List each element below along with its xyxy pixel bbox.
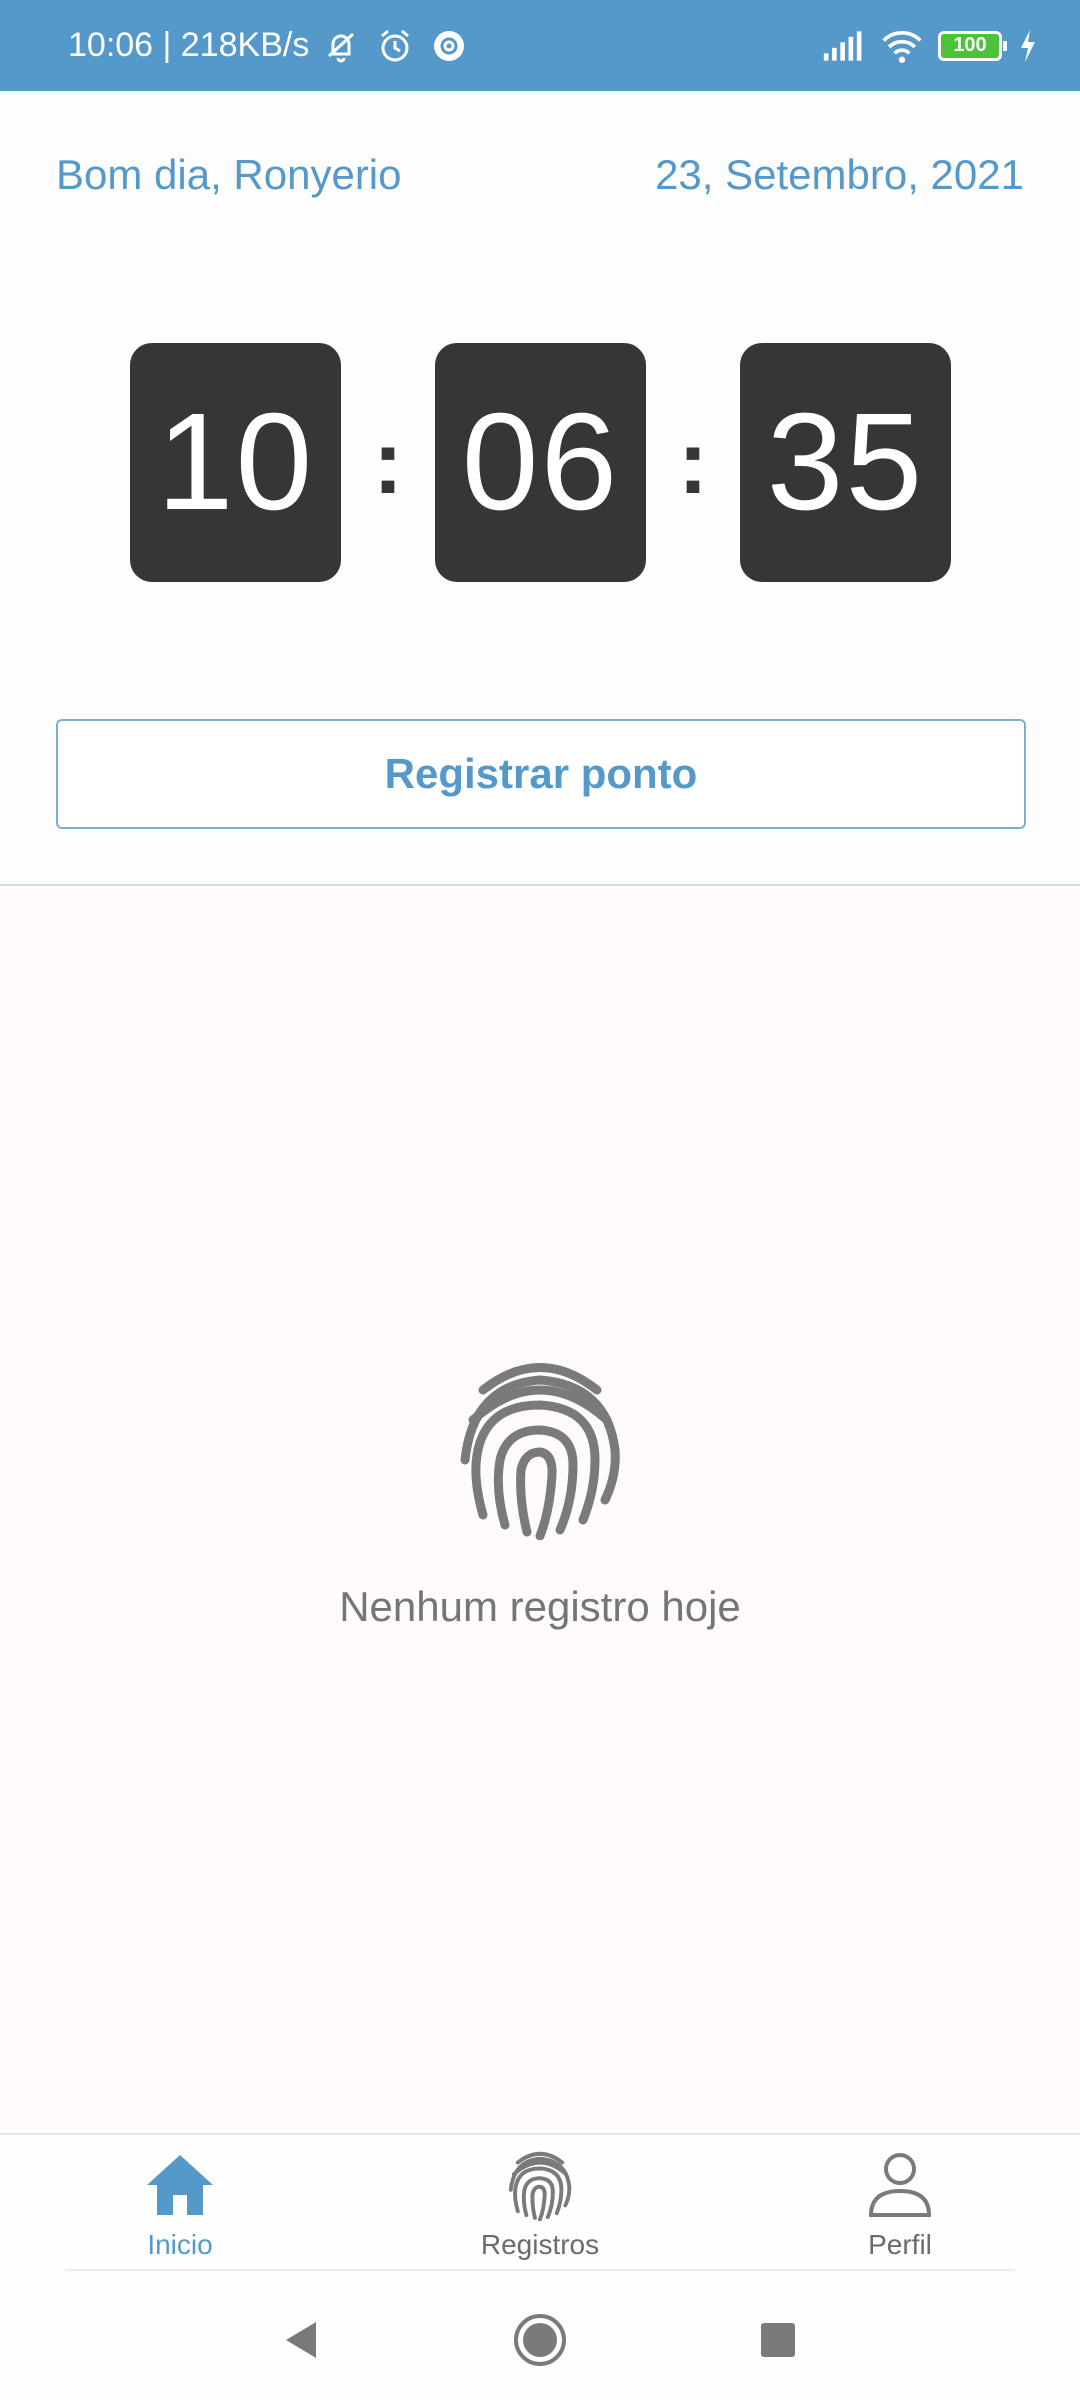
register-button[interactable]: Registrar ponto — [56, 719, 1026, 829]
alarm-icon — [373, 24, 417, 68]
battery-icon: 100 — [938, 30, 1007, 61]
fingerprint-icon — [455, 1350, 625, 1541]
gear-icon — [427, 24, 471, 68]
digital-clock: 10 : 06 : 35 — [130, 343, 951, 582]
recents-icon[interactable] — [748, 2310, 808, 2370]
nav-label: Inicio — [147, 2229, 213, 2260]
empty-state: Nenhum registro hoje — [0, 1350, 1080, 1631]
nav-item-registros[interactable]: Registros — [440, 2147, 640, 2261]
empty-state-text: Nenhum registro hoje — [339, 1583, 741, 1630]
clock-seconds: 35 — [740, 343, 951, 582]
muted-bell-icon — [319, 24, 363, 68]
header-section: Bom dia, Ronyerio 23, Setembro, 2021 10 … — [0, 91, 1080, 885]
nav-label: Perfil — [868, 2229, 932, 2260]
clock-separator: : — [678, 412, 708, 513]
person-icon — [863, 2147, 937, 2221]
clock-minutes: 06 — [435, 343, 646, 582]
nav-underline — [65, 2269, 1015, 2271]
charging-icon — [1016, 24, 1040, 68]
home-circle-icon[interactable] — [510, 2310, 570, 2370]
nav-item-perfil[interactable]: Perfil — [800, 2147, 1000, 2261]
clock-separator: : — [373, 412, 403, 513]
system-nav-bar — [0, 2272, 1080, 2400]
nav-item-inicio[interactable]: Inicio — [80, 2147, 280, 2261]
fingerprint-icon — [503, 2147, 577, 2222]
section-divider — [0, 884, 1080, 886]
bottom-nav: Inicio Registros Perfil — [0, 2133, 1080, 2270]
date-text: 23, Setembro, 2021 — [655, 151, 1024, 198]
back-icon[interactable] — [270, 2310, 330, 2370]
signal-icon — [822, 24, 866, 68]
nav-label: Registros — [480, 2229, 600, 2260]
wifi-icon — [880, 24, 924, 68]
status-time-speed: 10:06 | 218KB/s — [68, 26, 310, 64]
clock-hours: 10 — [130, 343, 341, 582]
status-bar: 10:06 | 218KB/s 100 — [0, 0, 1080, 91]
greeting-text: Bom dia, Ronyerio — [56, 151, 402, 198]
home-icon — [143, 2147, 217, 2221]
